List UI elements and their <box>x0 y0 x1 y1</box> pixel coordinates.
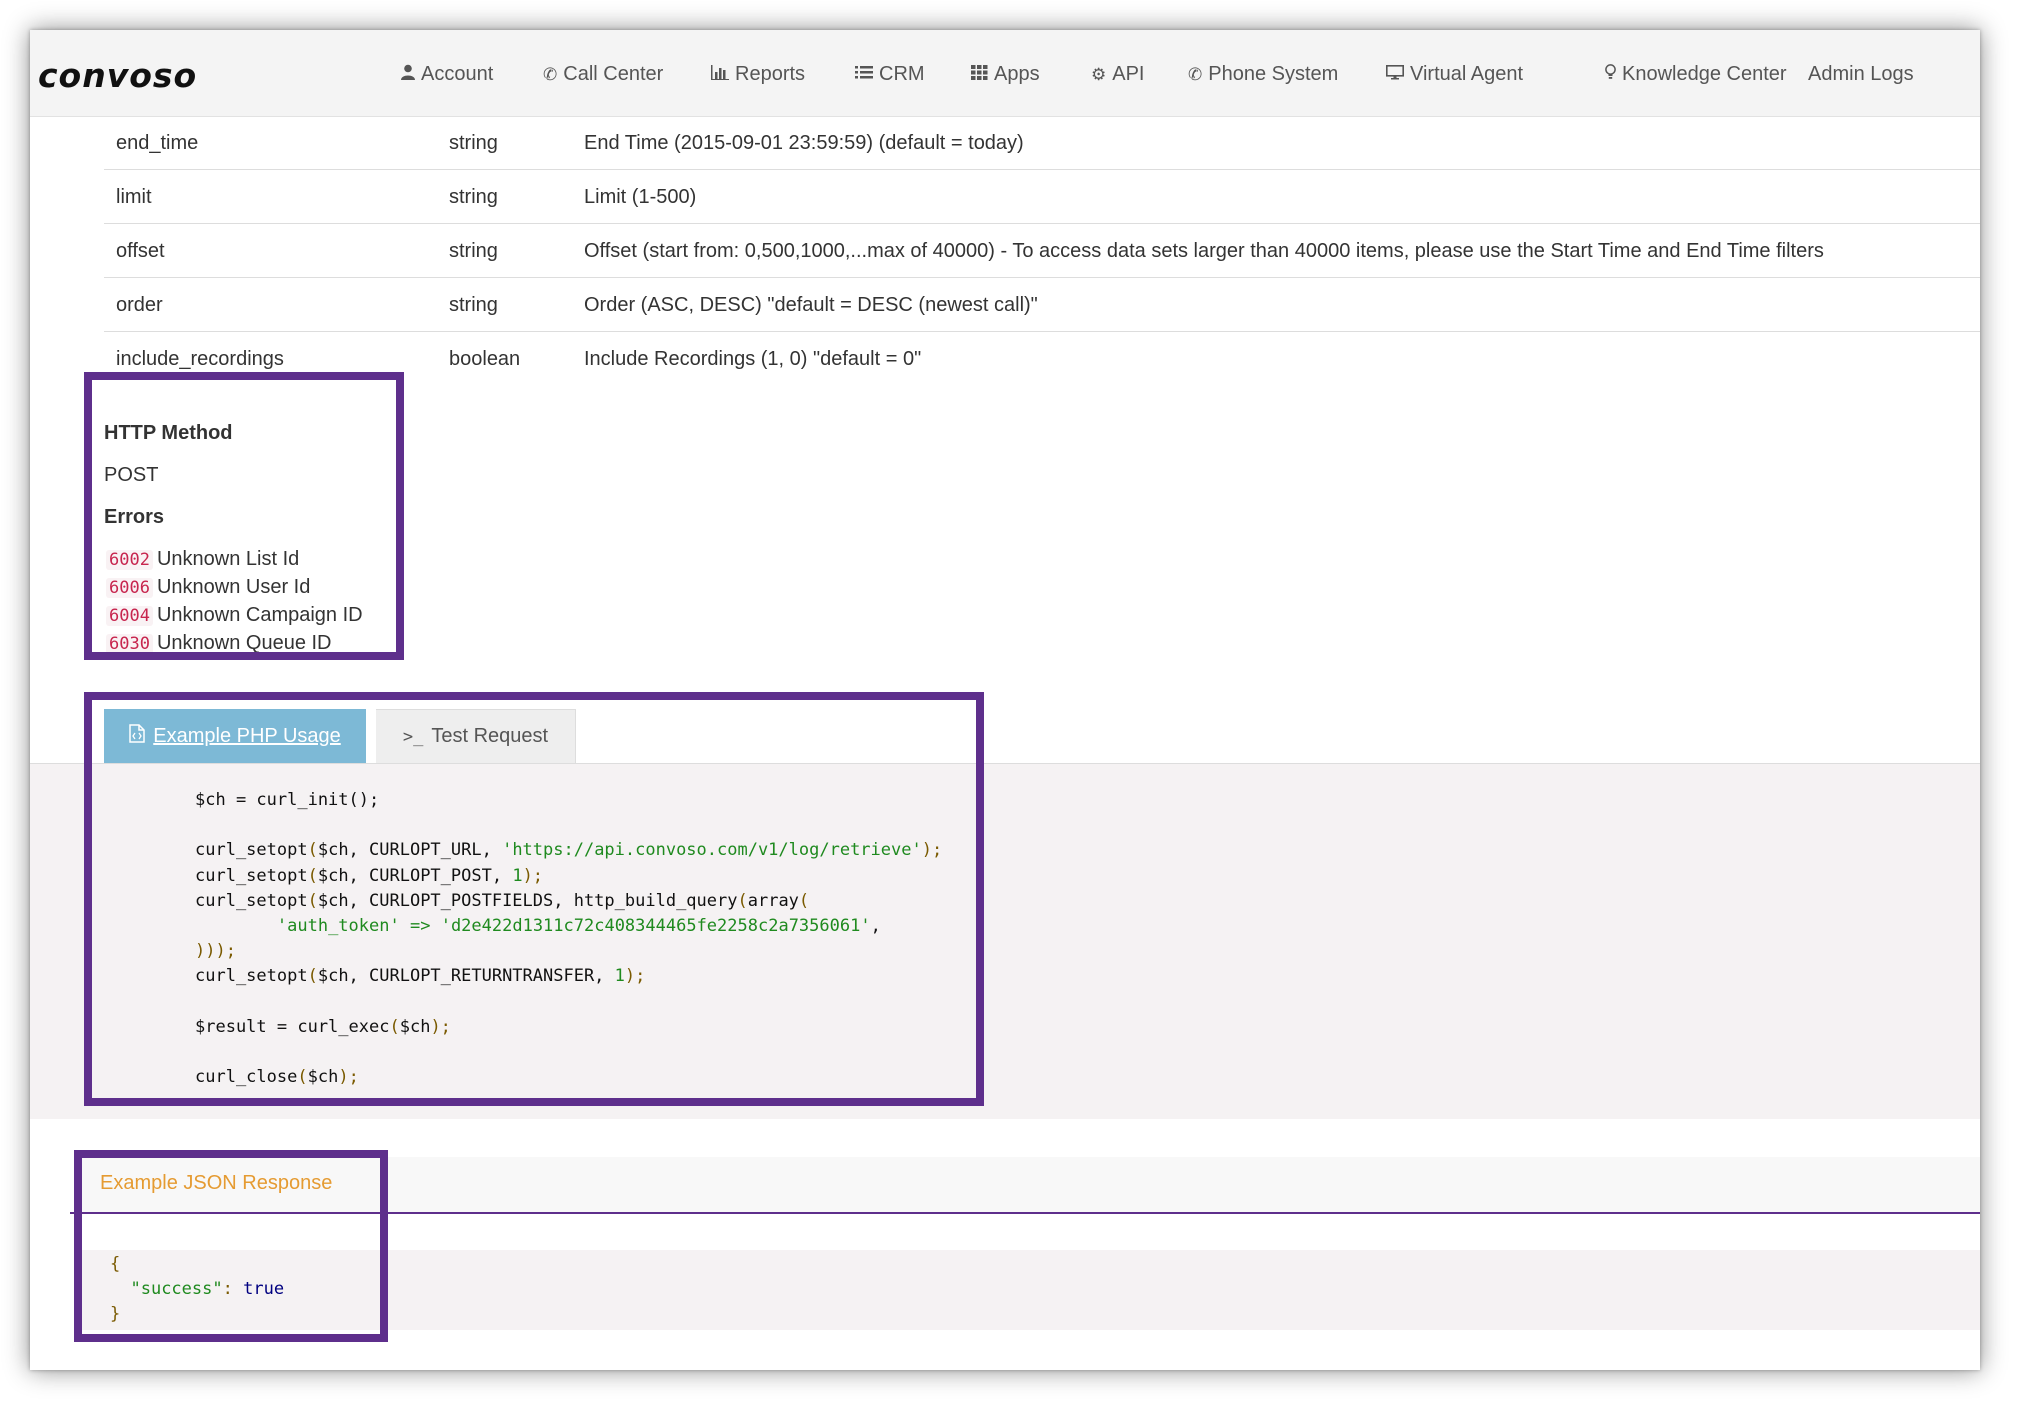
nav-call-center-label: Call Center <box>563 63 664 85</box>
list-icon <box>855 65 873 85</box>
nav-account[interactable]: Account <box>401 63 493 86</box>
monitor-icon <box>1386 64 1404 85</box>
param-type: string <box>449 132 498 154</box>
nav-call-center[interactable]: ✆ Call Center <box>543 63 663 86</box>
highlight-box-http-errors <box>84 372 404 660</box>
table-row: order string Order (ASC, DESC) "default … <box>104 278 1980 332</box>
gear-icon: ⚙ <box>1091 64 1107 84</box>
highlight-box-php-example <box>84 692 984 1106</box>
param-description: Include Recordings (1, 0) "default = 0" <box>584 348 922 370</box>
nav-admin-logs[interactable]: Admin Logs <box>1808 63 1914 86</box>
nav-reports[interactable]: Reports <box>711 63 805 86</box>
parameters-table: end_time string End Time (2015-09-01 23:… <box>104 116 1980 385</box>
param-description: Order (ASC, DESC) "default = DESC (newes… <box>584 294 1038 316</box>
bar-chart-icon <box>711 64 729 85</box>
param-type: string <box>449 186 498 208</box>
param-type: string <box>449 240 498 262</box>
highlight-box-json-response <box>74 1150 388 1342</box>
user-icon <box>401 64 415 85</box>
nav-reports-label: Reports <box>735 63 806 85</box>
nav-virtual-agent[interactable]: Virtual Agent <box>1386 63 1523 86</box>
param-type: boolean <box>449 348 521 370</box>
nav-crm-label: CRM <box>879 63 925 85</box>
phone-icon: ✆ <box>543 64 558 84</box>
nav-virtual-agent-label: Virtual Agent <box>1410 63 1524 85</box>
lightbulb-icon <box>1605 64 1616 85</box>
param-name: end_time <box>116 132 199 154</box>
param-name: order <box>116 294 163 316</box>
nav-knowledge-center[interactable]: Knowledge Center <box>1605 63 1787 86</box>
nav-phone-system-label: Phone System <box>1208 63 1339 85</box>
nav-admin-logs-label: Admin Logs <box>1808 63 1914 85</box>
table-row: limit string Limit (1-500) <box>104 170 1980 224</box>
param-description: Limit (1-500) <box>584 186 697 208</box>
browser-window: convoso Account ✆ Call Center Reports CR… <box>30 30 1980 1370</box>
param-type: string <box>449 294 498 316</box>
table-row: offset string Offset (start from: 0,500,… <box>104 224 1980 278</box>
nav-api-label: API <box>1112 63 1145 85</box>
phone-icon: ✆ <box>1188 64 1203 84</box>
nav-phone-system[interactable]: ✆ Phone System <box>1188 63 1338 86</box>
param-name: limit <box>116 186 152 208</box>
nav-apps[interactable]: Apps <box>971 63 1040 86</box>
convoso-logo[interactable]: convoso <box>38 56 197 95</box>
param-name: offset <box>116 240 165 262</box>
nav-account-label: Account <box>421 63 494 85</box>
param-name: include_recordings <box>116 348 284 370</box>
nav-knowledge-center-label: Knowledge Center <box>1622 63 1787 85</box>
nav-apps-label: Apps <box>994 63 1040 85</box>
top-navbar: convoso Account ✆ Call Center Reports CR… <box>30 30 1980 117</box>
grid-icon <box>971 64 988 85</box>
param-description: Offset (start from: 0,500,1000,...max of… <box>584 240 1824 262</box>
table-row: end_time string End Time (2015-09-01 23:… <box>104 116 1980 170</box>
param-description: End Time (2015-09-01 23:59:59) (default … <box>584 132 1024 154</box>
nav-crm[interactable]: CRM <box>855 63 925 86</box>
nav-api[interactable]: ⚙ API <box>1091 63 1145 86</box>
